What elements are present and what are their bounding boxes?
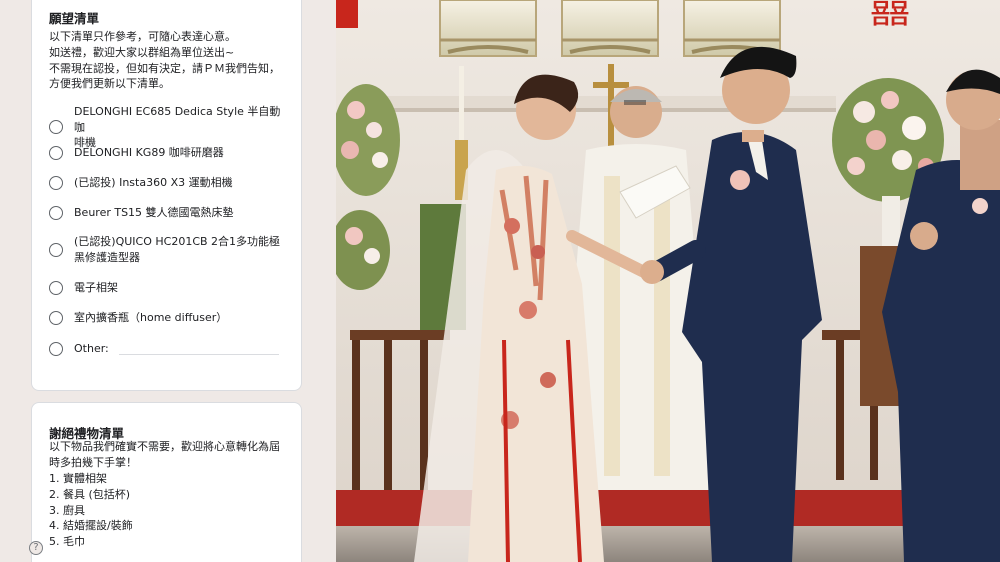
option-insta360[interactable]: (已認投) Insta360 X3 運動相機: [49, 175, 294, 191]
radio-button[interactable]: [49, 280, 63, 295]
double-happiness-banner: 囍: [870, 0, 910, 32]
radio-button[interactable]: [49, 341, 63, 356]
option-label: 電子相架: [74, 281, 118, 294]
form-column: 願望清單 以下清單只作參考，可隨心表達心意。 如送禮，歡迎大家以群組為單位送出~…: [0, 0, 336, 562]
list-item: 3. 廚具: [49, 503, 85, 517]
decline-desc-line: 以下物品我們確實不需要，歡迎將心意轉化為屆: [49, 440, 280, 453]
list-item: 4. 結婚擺設/裝飾: [49, 519, 133, 533]
radio-button[interactable]: [49, 205, 63, 220]
option-delonghi-ec685[interactable]: DELONGHI EC685 Dedica Style 半自動咖 啡機: [49, 104, 294, 151]
option-label: 室內擴香瓶（home diffuser）: [74, 311, 228, 324]
help-icon[interactable]: ?: [29, 541, 43, 555]
option-photo-frame[interactable]: 電子相架: [49, 280, 294, 296]
wishlist-title: 願望清單: [49, 11, 100, 26]
radio-button[interactable]: [49, 145, 63, 160]
wishlist-desc-line: 不需現在認投，但如有決定，請ＰＭ我們告知，: [49, 61, 280, 75]
wishlist-desc-line: 如送禮，歡迎大家以群組為單位送出~: [49, 45, 235, 59]
option-label: (已認投) Insta360 X3 運動相機: [74, 176, 233, 189]
wedding-photo: 囍: [336, 0, 1000, 562]
decline-desc-line: 時多拍幾下手掌！: [49, 455, 137, 469]
other-text-input[interactable]: [119, 354, 279, 355]
decline-description: 以下物品我們確實不需要，歡迎將心意轉化為屆 時多拍幾下手掌！: [49, 439, 294, 471]
radio-button[interactable]: [49, 310, 63, 325]
option-other[interactable]: Other:: [49, 341, 294, 357]
option-label: DELONGHI EC685 Dedica Style 半自動咖 啡機: [74, 105, 281, 149]
list-item: 2. 餐具 (包括杯): [49, 487, 131, 501]
wishlist-card: 願望清單 以下清單只作參考，可隨心表達心意。 如送禮，歡迎大家以群組為單位送出~…: [31, 0, 302, 391]
option-beurer[interactable]: Beurer TS15 雙人德國電熱床墊: [49, 205, 294, 221]
wishlist-description: 以下清單只作參考，可隨心表達心意。 如送禮，歡迎大家以群組為單位送出~ 不需現在…: [49, 29, 294, 92]
decline-card: 謝絕禮物清單 以下物品我們確實不需要，歡迎將心意轉化為屆 時多拍幾下手掌！ 1.…: [31, 402, 302, 562]
radio-button[interactable]: [49, 120, 63, 135]
radio-button[interactable]: [49, 242, 63, 257]
option-diffuser[interactable]: 室內擴香瓶（home diffuser）: [49, 310, 294, 326]
option-label: DELONGHI KG89 咖啡研磨器: [74, 146, 224, 159]
radio-button[interactable]: [49, 175, 63, 190]
list-item: 5. 毛巾: [49, 535, 85, 549]
option-label: (已認投)QUICO HC201CB 2合1多功能極 黑修護造型器: [74, 235, 281, 264]
option-delonghi-kg89[interactable]: DELONGHI KG89 咖啡研磨器: [49, 145, 294, 161]
option-quico[interactable]: (已認投)QUICO HC201CB 2合1多功能極 黑修護造型器: [49, 234, 294, 265]
decline-list: 1. 實體相架 2. 餐具 (包括杯) 3. 廚具 4. 結婚擺設/裝飾 5. …: [49, 471, 294, 550]
option-label: Beurer TS15 雙人德國電熱床墊: [74, 206, 234, 219]
list-item: 1. 實體相架: [49, 472, 107, 485]
wishlist-desc-line: 以下清單只作參考，可隨心表達心意。: [49, 30, 236, 43]
wedding-photo-illustration: 囍: [336, 0, 1000, 562]
wishlist-desc-line: 方便我們更新以下清單。: [49, 77, 170, 91]
